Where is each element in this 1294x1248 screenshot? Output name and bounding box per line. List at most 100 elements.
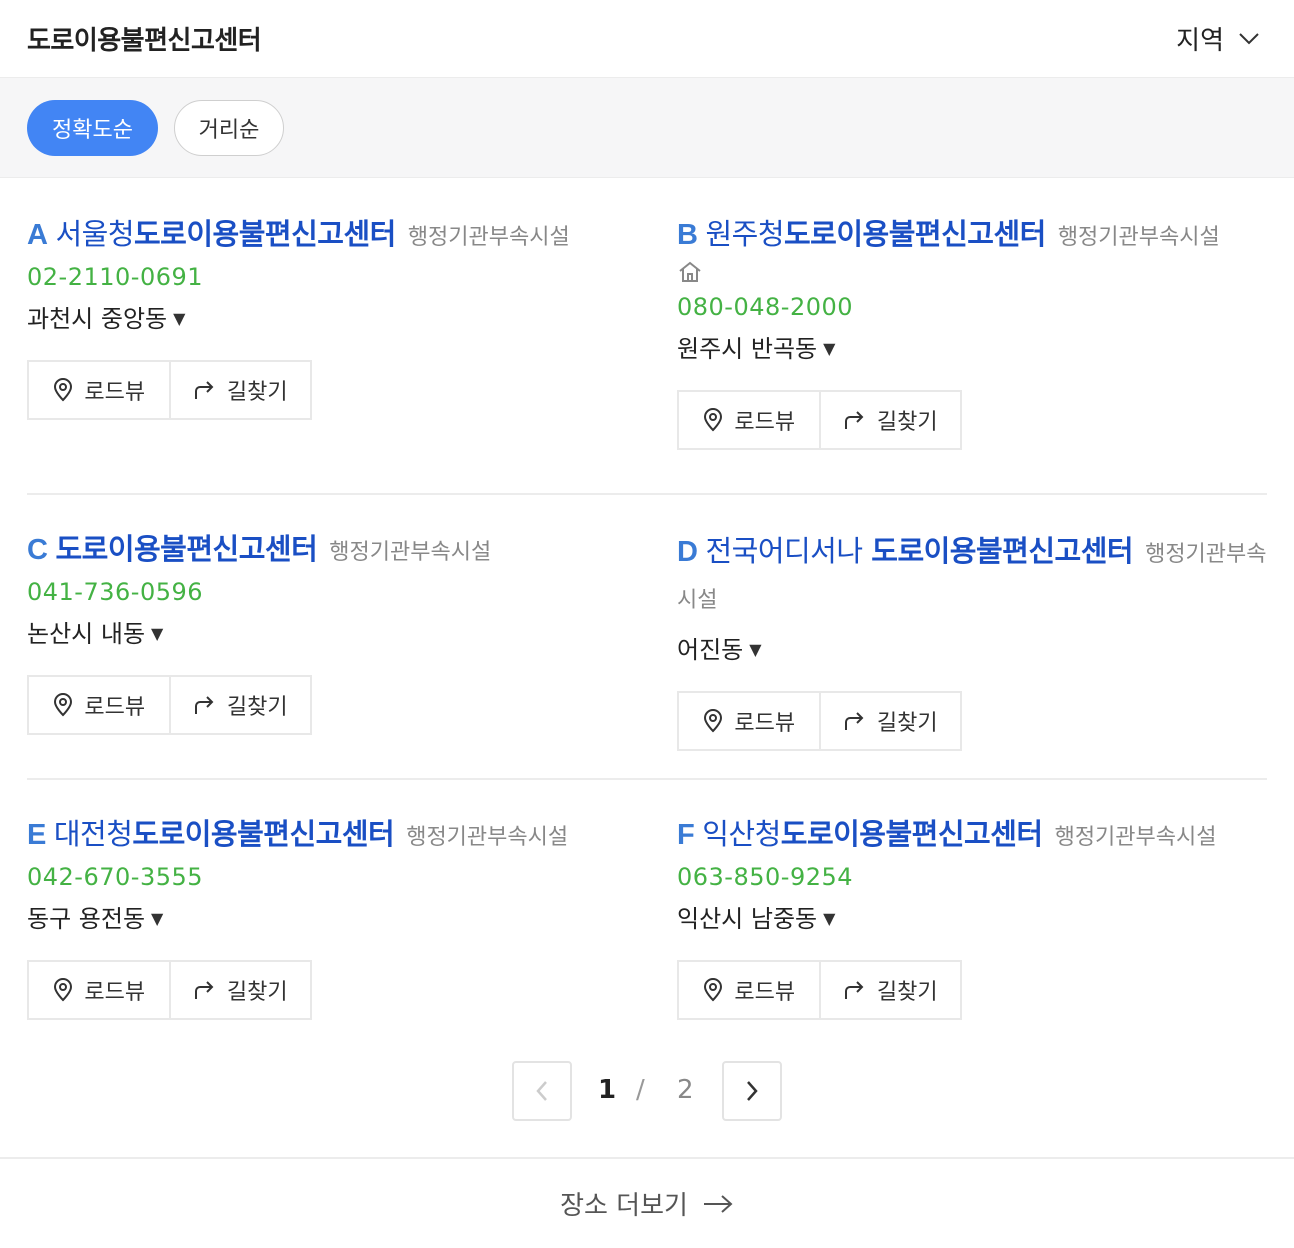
directions-arrow-icon — [844, 712, 864, 730]
caret-down-icon: ▼ — [151, 909, 164, 928]
sort-accuracy-chip[interactable]: 정확도순 — [27, 100, 158, 156]
place-name-prefix: 전국어디서나 — [705, 534, 872, 568]
roadview-button[interactable]: 로드뷰 — [29, 362, 169, 418]
place-phone[interactable]: 063-850-9254 — [677, 863, 1277, 891]
next-page-button[interactable] — [722, 1061, 782, 1121]
place-phone[interactable]: 080-048-2000 — [677, 293, 1277, 321]
place-name[interactable]: B 원주청도로이용불편신고센터 행정기관부속시설 — [677, 215, 1277, 257]
directions-button[interactable]: 길찾기 — [168, 962, 311, 1018]
directions-button[interactable]: 길찾기 — [818, 962, 961, 1018]
action-buttons: 로드뷰 길찾기 — [677, 960, 962, 1020]
roadview-label: 로드뷰 — [734, 980, 796, 1005]
header: 도로이용불편신고센터 지역 — [0, 0, 1294, 78]
chevron-down-icon — [1239, 32, 1259, 44]
action-buttons: 로드뷰 길찾기 — [677, 691, 962, 751]
directions-label: 길찾기 — [226, 695, 288, 720]
roadview-label: 로드뷰 — [84, 980, 146, 1005]
place-name-highlight: 도로이용불편신고센터 — [55, 532, 318, 566]
roadview-button[interactable]: 로드뷰 — [29, 677, 169, 733]
place-address[interactable]: 익산시 남중동 ▼ — [677, 899, 1277, 934]
roadview-button[interactable]: 로드뷰 — [679, 962, 819, 1018]
marker-letter: E — [27, 819, 46, 851]
place-name-prefix: 서울청 — [55, 217, 134, 251]
directions-button[interactable]: 길찾기 — [168, 677, 311, 733]
place-phone[interactable]: 02-2110-0691 — [27, 263, 627, 291]
directions-arrow-icon — [194, 981, 214, 999]
roadview-button[interactable]: 로드뷰 — [29, 962, 169, 1018]
address-text: 원주시 반곡동 — [677, 335, 818, 363]
region-dropdown[interactable]: 지역 — [1176, 20, 1260, 57]
total-pages: 2 — [677, 1075, 694, 1105]
place-name[interactable]: E 대전청도로이용불편신고센터 행정기관부속시설 — [27, 815, 627, 857]
pagination: 1 / 2 — [512, 1061, 782, 1121]
page-separator: / — [636, 1075, 645, 1105]
place-name-highlight: 도로이용불편신고센터 — [780, 817, 1043, 851]
place-category: 행정기관부속시설 — [1054, 825, 1217, 850]
result-card-a: A 서울청도로이용불편신고센터 행정기관부속시설 02-2110-0691 과천시 … — [27, 215, 627, 420]
caret-down-icon: ▼ — [823, 909, 836, 928]
roadview-icon — [704, 708, 723, 733]
more-places-label: 장소 더보기 — [560, 1191, 688, 1221]
directions-label: 길찾기 — [876, 410, 938, 435]
region-label: 지역 — [1176, 26, 1224, 56]
directions-button[interactable]: 길찾기 — [168, 362, 311, 418]
current-page: 1 — [598, 1075, 617, 1105]
chevron-left-icon — [536, 1081, 547, 1101]
roadview-icon — [54, 377, 73, 402]
roadview-icon — [704, 407, 723, 432]
roadview-label: 로드뷰 — [84, 695, 146, 720]
action-buttons: 로드뷰 길찾기 — [27, 960, 312, 1020]
result-card-e: E 대전청도로이용불편신고센터 행정기관부속시설 042-670-3555 동구 용… — [27, 815, 627, 1020]
result-card-d: D 전국어디서나 도로이용불편신고센터 행정기관부속시설 어진동 ▼ 로드뷰 길찾기 — [677, 530, 1269, 751]
directions-arrow-icon — [844, 411, 864, 429]
row-divider — [27, 493, 1267, 495]
sort-bar: 정확도순 거리순 — [0, 78, 1294, 178]
roadview-label: 로드뷰 — [84, 380, 146, 405]
address-text: 익산시 남중동 — [677, 905, 818, 933]
place-category: 행정기관부속시설 — [407, 225, 570, 250]
place-name-highlight: 도로이용불편신고센터 — [134, 217, 396, 251]
caret-down-icon: ▼ — [823, 339, 836, 358]
place-name-prefix: 익산청 — [702, 817, 781, 851]
roadview-icon — [54, 977, 73, 1002]
place-address[interactable]: 논산시 내동 ▼ — [27, 614, 627, 649]
roadview-label: 로드뷰 — [734, 410, 796, 435]
action-buttons: 로드뷰 길찾기 — [677, 390, 962, 450]
place-name[interactable]: F 익산청도로이용불편신고센터 행정기관부속시설 — [677, 815, 1277, 857]
roadview-icon — [54, 692, 73, 717]
roadview-icon — [704, 977, 723, 1002]
place-name-prefix: 원주청 — [705, 217, 784, 251]
place-address[interactable]: 원주시 반곡동 ▼ — [677, 329, 1277, 364]
place-phone[interactable]: 041-736-0596 — [27, 578, 627, 606]
place-name[interactable]: A 서울청도로이용불편신고센터 행정기관부속시설 — [27, 215, 627, 257]
directions-button[interactable]: 길찾기 — [818, 392, 961, 448]
address-text: 어진동 — [677, 636, 744, 664]
roadview-label: 로드뷰 — [734, 711, 796, 736]
caret-down-icon: ▼ — [173, 309, 186, 328]
roadview-button[interactable]: 로드뷰 — [679, 693, 819, 749]
sort-distance-chip[interactable]: 거리순 — [174, 100, 284, 156]
place-address[interactable]: 어진동 ▼ — [677, 630, 1269, 665]
place-name-highlight: 도로이용불편신고센터 — [132, 817, 395, 851]
marker-letter: C — [27, 534, 48, 566]
marker-letter: D — [677, 536, 698, 568]
marker-letter: B — [677, 219, 698, 251]
directions-button[interactable]: 길찾기 — [818, 693, 961, 749]
home-icon — [677, 259, 1277, 287]
directions-label: 길찾기 — [226, 380, 288, 405]
roadview-button[interactable]: 로드뷰 — [679, 392, 819, 448]
more-places-button[interactable]: 장소 더보기 — [0, 1157, 1294, 1248]
address-text: 동구 용전동 — [27, 905, 146, 933]
directions-label: 길찾기 — [876, 980, 938, 1005]
place-address[interactable]: 과천시 중앙동 ▼ — [27, 299, 627, 334]
address-text: 논산시 내동 — [27, 620, 146, 648]
result-card-c: C 도로이용불편신고센터 행정기관부속시설 041-736-0596 논산시 내동 ▼… — [27, 530, 627, 735]
place-address[interactable]: 동구 용전동 ▼ — [27, 899, 627, 934]
prev-page-button[interactable] — [512, 1061, 572, 1121]
place-name[interactable]: D 전국어디서나 도로이용불편신고센터 행정기관부속시설 — [677, 530, 1269, 622]
caret-down-icon: ▼ — [151, 624, 164, 643]
place-phone[interactable]: 042-670-3555 — [27, 863, 627, 891]
place-name[interactable]: C 도로이용불편신고센터 행정기관부속시설 — [27, 530, 627, 572]
place-name-highlight: 도로이용불편신고센터 — [871, 534, 1134, 568]
action-buttons: 로드뷰 길찾기 — [27, 360, 312, 420]
